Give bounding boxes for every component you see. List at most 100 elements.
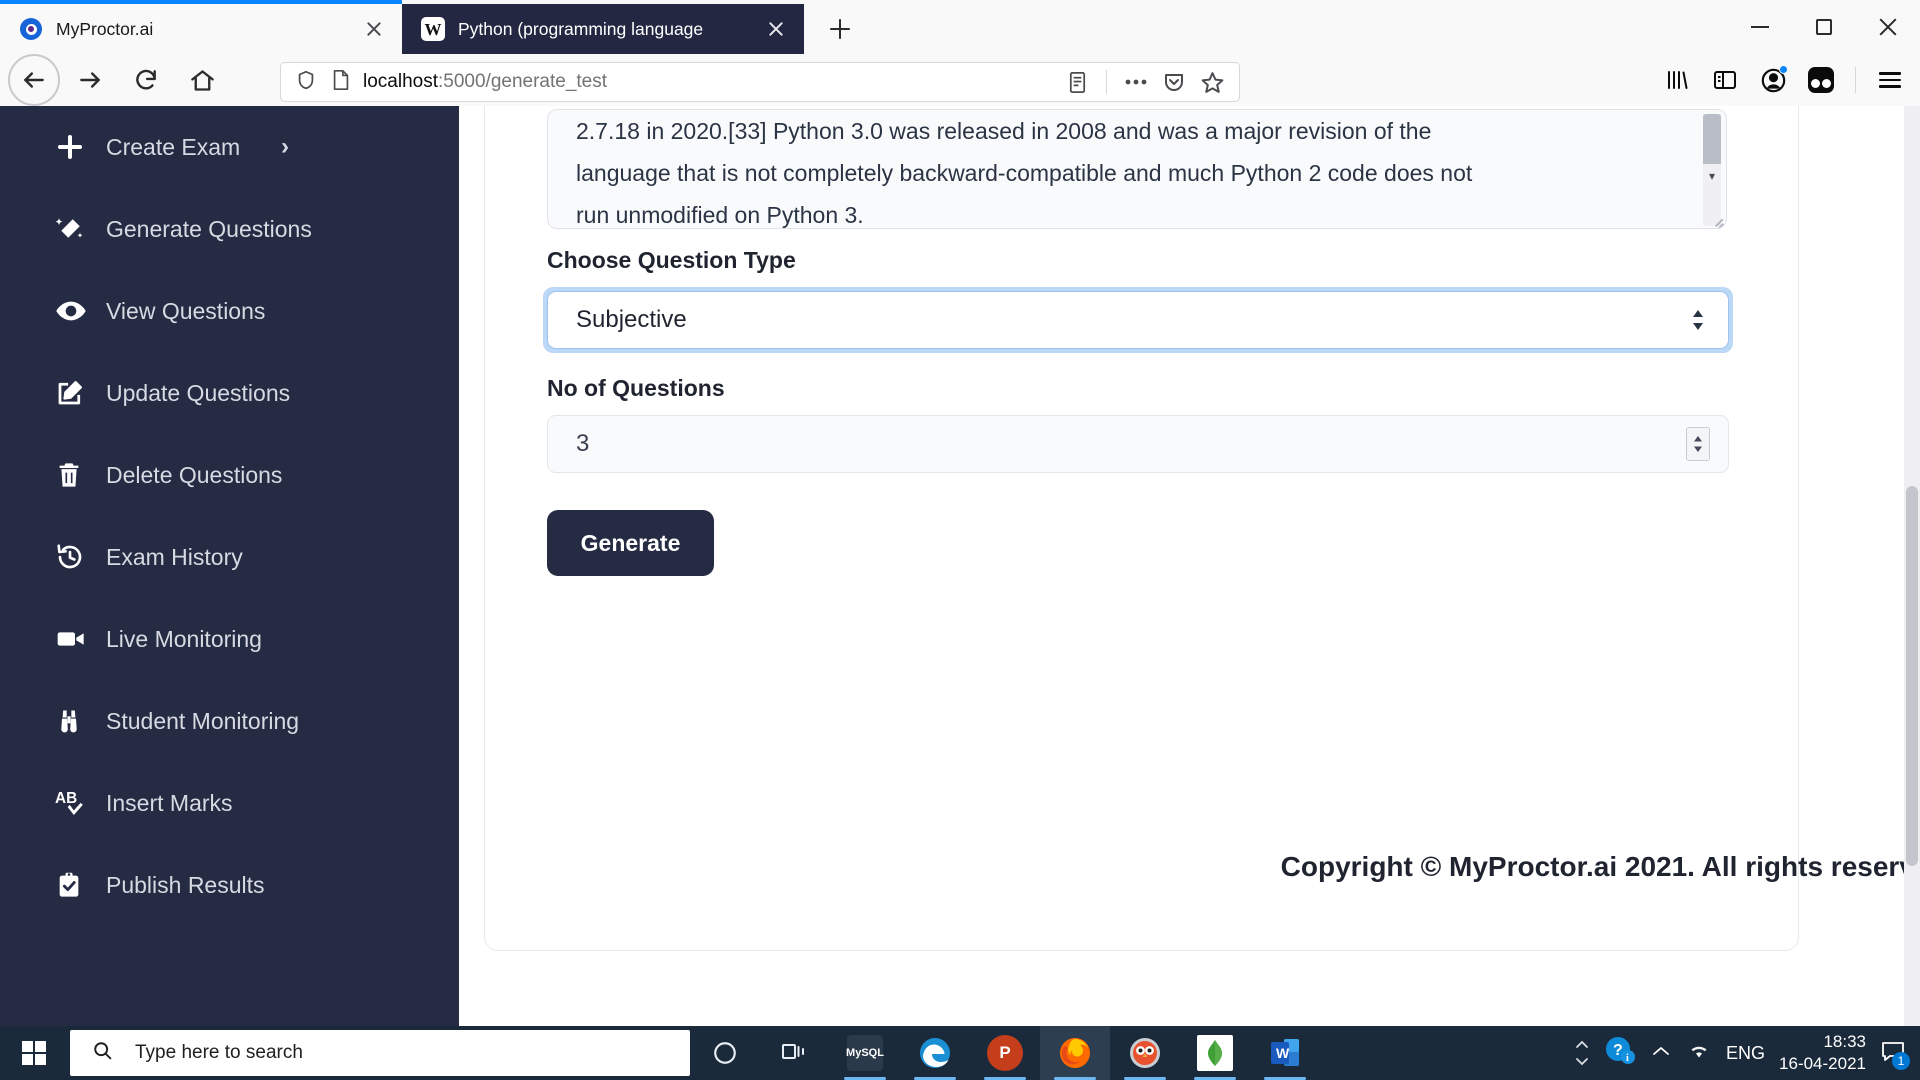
tab-title: MyProctor.ai [56,19,348,40]
resize-grip-icon[interactable] [1712,214,1724,226]
minimize-icon[interactable] [1728,0,1792,54]
chevron-up-icon[interactable] [1650,1043,1672,1064]
clipboard-check-icon [55,870,101,900]
clock-date: 16-04-2021 [1779,1054,1866,1073]
sidebar-item-label: Student Monitoring [106,708,299,735]
close-icon[interactable] [360,15,388,43]
sidebar-item-live-monitoring[interactable]: Live Monitoring [0,598,459,680]
textarea-line: language that is not completely backward… [576,152,1690,194]
browser-tab-bar: MyProctor.ai W Python (programming langu… [0,0,1920,54]
sidebar-icon[interactable] [1703,58,1747,102]
forward-arrow-icon[interactable] [62,52,118,108]
shield-icon[interactable] [295,69,317,96]
browser-tab-myproctor[interactable]: MyProctor.ai [0,4,402,54]
extension-icon[interactable] [1799,58,1843,102]
eye-icon [55,295,101,327]
url-text: localhost:5000/generate_test [363,71,607,93]
ellipsis-icon[interactable] [1119,65,1153,99]
select-updown-arrows-icon [1690,309,1706,331]
notification-badge: 1 [1892,1052,1910,1070]
history-clock-icon [55,542,101,572]
page-scrollbar-thumb[interactable] [1906,486,1918,866]
plus-icon [55,132,101,162]
sidebar-item-exam-history[interactable]: Exam History [0,516,459,598]
mongodb-icon[interactable] [1180,1026,1250,1080]
textarea-line: run unmodified on Python 3. [576,194,1690,229]
question-type-label: Choose Question Type [547,247,796,274]
sidebar-item-label: Live Monitoring [106,626,262,653]
firefox-icon[interactable] [1040,1026,1110,1080]
sidebar-item-delete-questions[interactable]: Delete Questions [0,434,459,516]
network-icon[interactable] [1686,1041,1712,1066]
sidebar-item-publish-results[interactable]: Publish Results [0,844,459,926]
tray-scroll-arrows-icon[interactable] [1574,1036,1590,1070]
sidebar-item-generate-questions[interactable]: Generate Questions [0,188,459,270]
account-icon[interactable] [1751,58,1795,102]
chevron-down-icon[interactable]: ▾ [1703,164,1721,188]
edge-icon[interactable] [900,1026,970,1080]
bookmark-star-icon[interactable] [1195,65,1229,99]
wikipedia-w-icon: W [420,16,446,42]
sidebar-item-student-monitoring[interactable]: Student Monitoring [0,680,459,762]
pocket-icon[interactable] [1157,65,1191,99]
generate-button[interactable]: Generate [547,510,714,576]
ab-check-icon: AB [55,788,101,818]
new-tab-button[interactable] [818,7,862,51]
close-icon[interactable] [762,15,790,43]
system-tray: ?i ENG 18:33 16-04-2021 1 [1574,1031,1920,1075]
myproctor-circle-icon [18,16,44,42]
sidebar-item-label: Create Exam [106,134,240,161]
clock[interactable]: 18:33 16-04-2021 [1779,1031,1866,1075]
sidebar-item-view-questions[interactable]: View Questions [0,270,459,352]
help-info-icon[interactable]: ?i [1604,1035,1636,1072]
sidebar-item-label: Generate Questions [106,216,312,243]
svg-text:i: i [1626,1053,1629,1064]
video-camera-icon [55,623,101,655]
library-icon[interactable] [1655,58,1699,102]
generate-test-card: 2.7.18 in 2020.[33] Python 3.0 was relea… [484,106,1799,951]
url-bar[interactable]: localhost:5000/generate_test [280,62,1240,102]
close-icon[interactable] [1856,0,1920,54]
notification-center-icon[interactable]: 1 [1880,1039,1906,1068]
no-of-questions-input[interactable]: 3 [547,415,1729,473]
page-scrollbar-track[interactable] [1904,106,1920,1026]
source-textarea[interactable]: 2.7.18 in 2020.[33] Python 3.0 was relea… [547,109,1727,229]
owl-app-icon[interactable] [1110,1026,1180,1080]
clock-time: 18:33 [1823,1032,1866,1051]
sidebar-item-update-questions[interactable]: Update Questions [0,352,459,434]
maximize-icon[interactable] [1792,0,1856,54]
sidebar-item-insert-marks[interactable]: AB Insert Marks [0,762,459,844]
chevron-right-icon: › [281,133,289,161]
reader-view-icon[interactable] [1060,65,1094,99]
language-indicator[interactable]: ENG [1726,1043,1765,1064]
sidebar-item-label: Insert Marks [106,790,233,817]
no-of-questions-label: No of Questions [547,375,725,402]
start-button[interactable] [0,1026,68,1080]
cortana-icon[interactable] [690,1026,760,1080]
copyright-text: Copyright © MyProctor.ai 2021. All right… [918,851,1920,883]
number-spinner[interactable] [1686,427,1710,461]
source-text-area-wrapper: 2.7.18 in 2020.[33] Python 3.0 was relea… [547,109,1727,229]
svg-text:W: W [1276,1045,1290,1061]
no-of-questions-value: 3 [576,430,589,458]
search-placeholder: Type here to search [135,1042,303,1064]
windows-logo-icon [22,1041,46,1065]
svg-text:AB: AB [55,790,77,807]
reload-icon[interactable] [118,52,174,108]
page-icon [331,69,351,96]
question-type-select[interactable]: Subjective [547,291,1729,349]
powerpoint-icon[interactable]: P [970,1026,1040,1080]
url-path: :5000/generate_test [438,71,607,92]
taskbar-search[interactable]: Type here to search [70,1030,690,1076]
mysql-icon[interactable]: MySQL [830,1026,900,1080]
url-host: localhost [363,71,438,92]
search-icon [92,1040,113,1066]
browser-tab-python[interactable]: W Python (programming language [402,4,804,54]
back-arrow-icon[interactable] [6,52,62,108]
word-icon[interactable]: W [1250,1026,1320,1080]
sidebar-item-create-exam[interactable]: Create Exam › [0,106,459,188]
tab-title: Python (programming language [458,19,750,40]
task-view-icon[interactable] [760,1026,830,1080]
hamburger-menu-icon[interactable] [1868,58,1912,102]
home-icon[interactable] [174,52,230,108]
